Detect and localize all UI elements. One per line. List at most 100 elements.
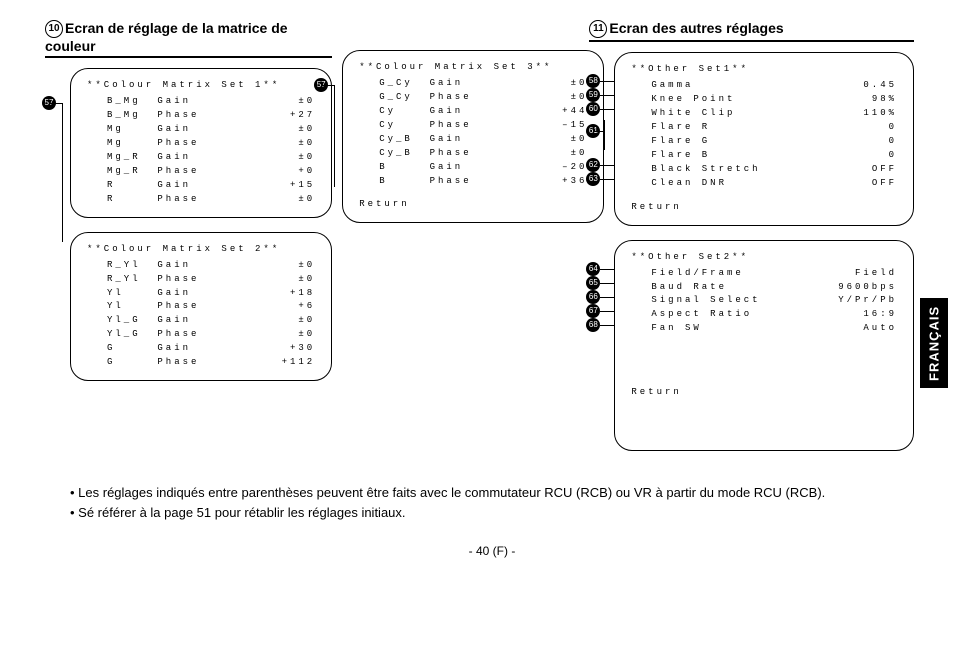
setting-label: Mg_R Phase bbox=[107, 165, 298, 179]
box1-title: **Colour Matrix Set 1** bbox=[87, 79, 317, 93]
setting-label: White Clip bbox=[651, 107, 863, 121]
setting-row: White Clip110% bbox=[651, 107, 899, 121]
setting-row: Flare G0 bbox=[651, 135, 899, 149]
setting-label: B_Mg Phase bbox=[107, 109, 290, 123]
setting-row: Aspect Ratio16:9 bbox=[651, 308, 899, 322]
footnote-2: • Sé référer à la page 51 pour rétablir … bbox=[70, 503, 914, 523]
setting-row: Clean DNROFF bbox=[651, 177, 899, 191]
setting-label: R Phase bbox=[107, 193, 298, 207]
setting-row: B Phase+36 bbox=[379, 175, 589, 189]
setting-value: 0 bbox=[889, 121, 899, 135]
setting-label: Yl_G Gain bbox=[107, 314, 298, 328]
setting-label: Yl_G Phase bbox=[107, 328, 298, 342]
setting-value: ±0 bbox=[298, 123, 317, 137]
callout-65: 65 bbox=[586, 276, 600, 290]
box5-rows: Field/FrameFieldBaud Rate9600bpsSignal S… bbox=[651, 267, 899, 337]
setting-label: Mg_R Gain bbox=[107, 151, 298, 165]
box-other-set2: **Other Set2** Field/FrameFieldBaud Rate… bbox=[614, 240, 914, 452]
setting-label: Black Stretch bbox=[651, 163, 871, 177]
setting-label: Mg Phase bbox=[107, 137, 298, 151]
setting-label: G Phase bbox=[107, 356, 282, 370]
box3-rows: G_Cy Gain±0G_Cy Phase±0Cy Gain+44Cy Phas… bbox=[379, 77, 589, 189]
box2-rows: R_Yl Gain±0R_Yl Phase±0Yl Gain+18Yl Phas… bbox=[107, 259, 317, 371]
setting-row: B Gain–20 bbox=[379, 161, 589, 175]
callout-68: 68 bbox=[586, 318, 600, 332]
box-colour-matrix-1: **Colour Matrix Set 1** B_Mg Gain±0B_Mg … bbox=[70, 68, 332, 217]
setting-value: Y/Pr/Pb bbox=[838, 294, 899, 308]
setting-label: Knee Point bbox=[651, 93, 871, 107]
setting-value: ±0 bbox=[298, 314, 317, 328]
box4-rows: Gamma0.45Knee Point98%White Clip110%Flar… bbox=[651, 79, 899, 191]
box3-return: Return bbox=[359, 198, 589, 212]
section-10-title: 10Ecran de réglage de la matrice de coul… bbox=[45, 20, 332, 58]
section-11-title: 11Ecran des autres réglages bbox=[589, 20, 914, 42]
setting-row: Cy_B Gain±0 bbox=[379, 133, 589, 147]
setting-value: ±0 bbox=[298, 193, 317, 207]
setting-value: Field bbox=[855, 267, 899, 281]
setting-value: 98% bbox=[872, 93, 899, 107]
setting-row: G Gain+30 bbox=[107, 342, 317, 356]
box4-title: **Other Set1** bbox=[631, 63, 899, 77]
setting-value: –20 bbox=[562, 161, 589, 175]
callout-66: 66 bbox=[586, 290, 600, 304]
setting-row: Yl_G Gain±0 bbox=[107, 314, 317, 328]
setting-label: Clean DNR bbox=[651, 177, 871, 191]
setting-label: Cy_B Phase bbox=[379, 147, 570, 161]
setting-value: ±0 bbox=[298, 95, 317, 109]
section-10-number: 10 bbox=[45, 20, 63, 38]
setting-value: +36 bbox=[562, 175, 589, 189]
setting-row: Mg_R Phase+0 bbox=[107, 165, 317, 179]
setting-row: Cy Phase–15 bbox=[379, 119, 589, 133]
setting-row: G_Cy Phase±0 bbox=[379, 91, 589, 105]
callout-64: 64 bbox=[586, 262, 600, 276]
setting-value: 0 bbox=[889, 149, 899, 163]
setting-row: Flare R0 bbox=[651, 121, 899, 135]
setting-label: Flare G bbox=[651, 135, 888, 149]
column-left: 10Ecran de réglage de la matrice de coul… bbox=[70, 20, 332, 381]
setting-label: G_Cy Gain bbox=[379, 77, 570, 91]
setting-value: +44 bbox=[562, 105, 589, 119]
setting-row: Cy Gain+44 bbox=[379, 105, 589, 119]
setting-label: G Gain bbox=[107, 342, 290, 356]
setting-value: Auto bbox=[863, 322, 899, 336]
box-other-set1: **Other Set1** Gamma0.45Knee Point98%Whi… bbox=[614, 52, 914, 225]
setting-value: 0 bbox=[889, 135, 899, 149]
setting-row: Signal SelectY/Pr/Pb bbox=[651, 294, 899, 308]
setting-row: Yl Phase+6 bbox=[107, 300, 317, 314]
setting-value: +15 bbox=[290, 179, 317, 193]
setting-value: 110% bbox=[863, 107, 899, 121]
setting-row: Knee Point98% bbox=[651, 93, 899, 107]
setting-label: Yl Gain bbox=[107, 287, 290, 301]
setting-label: Mg Gain bbox=[107, 123, 298, 137]
box2-title: **Colour Matrix Set 2** bbox=[87, 243, 317, 257]
box5-return: Return bbox=[631, 386, 899, 400]
setting-label: G_Cy Phase bbox=[379, 91, 570, 105]
setting-value: 16:9 bbox=[863, 308, 899, 322]
setting-label: B_Mg Gain bbox=[107, 95, 298, 109]
setting-label: Cy_B Gain bbox=[379, 133, 570, 147]
setting-label: Flare B bbox=[651, 149, 888, 163]
setting-row: R Phase±0 bbox=[107, 193, 317, 207]
setting-label: B Gain bbox=[379, 161, 562, 175]
box3-title: **Colour Matrix Set 3** bbox=[359, 61, 589, 75]
setting-row: Fan SWAuto bbox=[651, 322, 899, 336]
box5-title: **Other Set2** bbox=[631, 251, 899, 265]
setting-row: B_Mg Gain±0 bbox=[107, 95, 317, 109]
box1-rows: B_Mg Gain±0B_Mg Phase+27Mg Gain±0Mg Phas… bbox=[107, 95, 317, 207]
setting-label: Yl Phase bbox=[107, 300, 298, 314]
setting-value: +0 bbox=[298, 165, 317, 179]
setting-value: +6 bbox=[298, 300, 317, 314]
callout-67: 67 bbox=[586, 304, 600, 318]
footnotes: • Les réglages indiqués entre parenthèse… bbox=[70, 483, 914, 522]
setting-row: Mg Phase±0 bbox=[107, 137, 317, 151]
setting-value: +18 bbox=[290, 287, 317, 301]
setting-row: G Phase+112 bbox=[107, 356, 317, 370]
setting-row: Yl Gain+18 bbox=[107, 287, 317, 301]
setting-value: ±0 bbox=[298, 137, 317, 151]
column-right: 11Ecran des autres réglages 58 59 60 61 … bbox=[614, 20, 914, 451]
setting-value: 0.45 bbox=[863, 79, 899, 93]
setting-label: Aspect Ratio bbox=[651, 308, 863, 322]
setting-value: ±0 bbox=[298, 273, 317, 287]
setting-row: B_Mg Phase+27 bbox=[107, 109, 317, 123]
setting-row: Flare B0 bbox=[651, 149, 899, 163]
